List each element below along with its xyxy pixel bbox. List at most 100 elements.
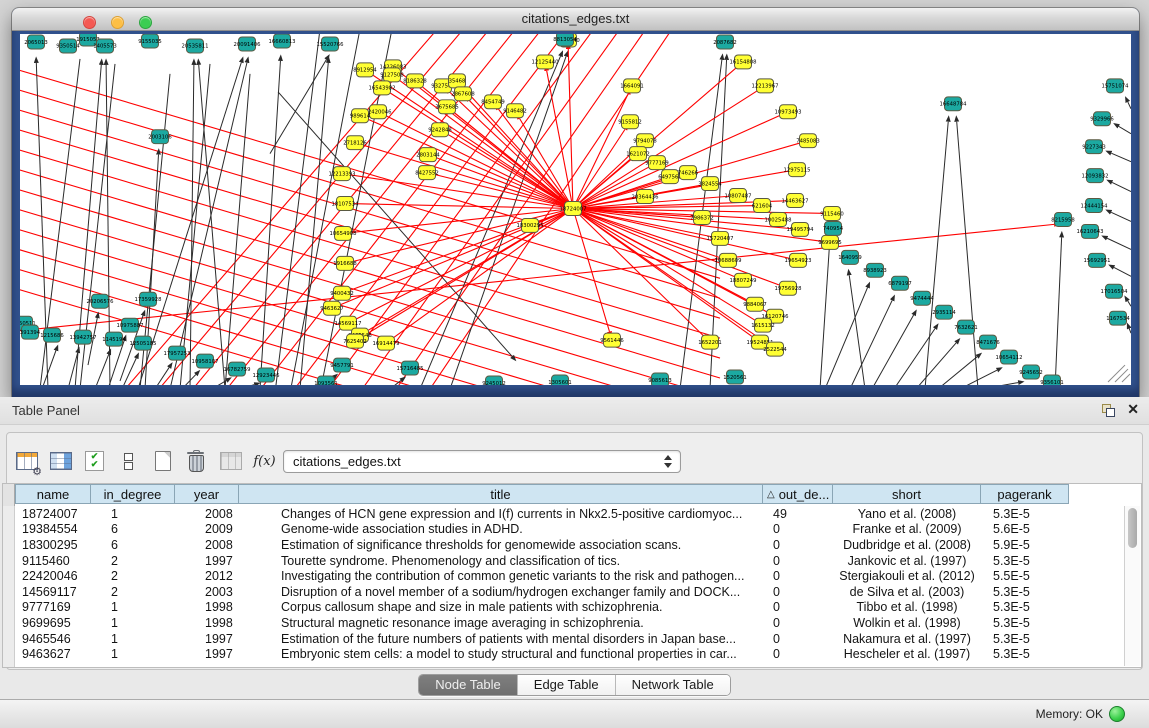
graph-node[interactable]: 10654112 (996, 350, 1023, 364)
graph-node[interactable]: 15720407 (707, 231, 734, 245)
graph-node[interactable]: 19756928 (775, 281, 802, 295)
column-header-title[interactable]: title (239, 484, 763, 504)
graph-node[interactable]: 20091406 (234, 37, 262, 51)
graph-node[interactable]: 12505185 (130, 336, 157, 350)
graph-node[interactable]: 10958107 (192, 354, 219, 368)
window-titlebar[interactable]: citations_edges.txt (12, 8, 1139, 31)
graph-node[interactable]: 1640959 (838, 250, 862, 264)
tab-node-table[interactable]: Node Table (419, 675, 518, 695)
graph-node[interactable]: 1520561 (723, 370, 747, 384)
tab-network-table[interactable]: Network Table (616, 675, 730, 695)
graph-node[interactable]: 20535811 (182, 39, 209, 53)
graph-node[interactable]: 12975115 (784, 163, 811, 177)
graph-node[interactable]: 9329966 (1090, 112, 1114, 126)
column-checklist-icon[interactable]: ✔ ✔ (82, 449, 107, 473)
graph-node[interactable]: 17016504 (1101, 284, 1129, 298)
table-panel-titlebar[interactable]: Table Panel ✕ (0, 397, 1149, 425)
merge-rows-icon[interactable] (116, 449, 141, 473)
graph-node[interactable]: 9155035 (138, 34, 162, 48)
graph-node[interactable]: 9884067 (743, 297, 767, 311)
graph-node[interactable]: 12093832 (1082, 169, 1109, 183)
graph-node[interactable]: 10688609 (715, 253, 742, 267)
graph-node[interactable]: 8427552 (415, 166, 439, 180)
table-row[interactable]: 977716911998Corpus callosum shape and si… (15, 600, 1123, 616)
graph-node[interactable]: 2003106 (148, 130, 172, 144)
graph-node[interactable]: 7986372 (690, 210, 714, 224)
graph-node[interactable]: 9561446 (600, 333, 624, 347)
graph-node[interactable]: 10973493 (775, 105, 802, 119)
graph-node[interactable]: 2867608 (451, 87, 475, 101)
float-panel-icon[interactable] (1102, 404, 1115, 417)
graph-node[interactable]: 7632621 (954, 320, 978, 334)
graph-node[interactable]: 19495794 (787, 222, 815, 236)
graph-node[interactable]: 15751074 (1102, 79, 1130, 93)
table-row[interactable]: 946362711997Embryonic stem cells: a mode… (15, 646, 1123, 662)
graph-node[interactable]: 1916688 (333, 256, 357, 270)
table-row[interactable]: 969969511998Structural magnetic resonanc… (15, 615, 1123, 631)
graph-node[interactable]: 17957253 (164, 346, 191, 360)
graph-node[interactable]: 12125440 (532, 55, 560, 69)
graph-node[interactable]: 16660813 (269, 34, 296, 48)
graph-node[interactable]: 746266 (678, 166, 699, 180)
table-settings-icon[interactable] (14, 449, 39, 473)
column-header-out_de[interactable]: △out_de... (763, 484, 833, 504)
graph-node[interactable]: 6879197 (888, 276, 912, 290)
graph-node[interactable]: 3675685 (435, 100, 459, 114)
graph-node[interactable]: 1093561 (314, 376, 338, 385)
network-canvas[interactable]: 1872400714226083891295491275088186328932… (20, 34, 1131, 385)
column-header-name[interactable]: name (15, 484, 91, 504)
graph-node[interactable]: 8215958 (1051, 212, 1075, 226)
graph-node[interactable]: 2718126 (343, 136, 367, 150)
graph-node[interactable]: 15520766 (317, 37, 345, 51)
graph-node[interactable]: 9227343 (1082, 140, 1106, 154)
graph-node[interactable]: 10025488 (765, 212, 792, 226)
table-row[interactable]: 911546021997Tourette syndrome. Phenomeno… (15, 553, 1123, 569)
graph-node[interactable]: 9146482 (503, 104, 527, 118)
graph-node[interactable]: 7485083 (796, 134, 820, 148)
graph-node[interactable]: 8938923 (863, 263, 887, 277)
graph-node[interactable]: 9457791 (330, 358, 354, 372)
graph-node[interactable]: 9777169 (645, 156, 669, 170)
graph-node[interactable]: 19654923 (785, 253, 812, 267)
delete-table-icon[interactable] (184, 449, 209, 473)
graph-node[interactable]: 9400432 (330, 286, 354, 300)
table-row[interactable]: 1938455462009Genome-wide association stu… (15, 522, 1123, 538)
graph-node[interactable]: 16914479 (373, 336, 400, 350)
graph-node[interactable]: 14463627 (782, 194, 809, 208)
graph-node[interactable]: 35468 (449, 74, 466, 88)
graph-node[interactable]: 9699695 (818, 235, 842, 249)
table-row[interactable]: 946554611997Estimation of the future num… (15, 631, 1123, 647)
graph-node[interactable]: 9794078 (633, 134, 657, 148)
graph-node[interactable]: 1615132 (751, 318, 775, 332)
graph-node[interactable]: 8186328 (403, 74, 427, 88)
graph-node[interactable]: 9245012 (482, 376, 506, 385)
graph-node[interactable]: 9356101 (1040, 375, 1064, 385)
graph-node[interactable]: 12444154 (1081, 199, 1109, 213)
graph-node[interactable]: 1621072 (626, 147, 650, 161)
graph-node[interactable]: 2065013 (24, 35, 48, 49)
graph-node[interactable]: 16648784 (940, 97, 968, 111)
resize-handle-icon[interactable] (1108, 365, 1130, 382)
graph-node[interactable]: 3824554 (698, 177, 722, 191)
graph-node[interactable]: 9463627 (320, 301, 344, 315)
graph-node[interactable]: 9474444 (910, 291, 934, 305)
close-panel-icon[interactable]: ✕ (1127, 401, 1139, 418)
table-row[interactable]: 1830029562008Estimation of significance … (15, 537, 1123, 553)
graph-node[interactable]: 12213967 (752, 79, 779, 93)
graph-node[interactable]: 16543982 (369, 81, 396, 95)
graph-node[interactable]: 17359928 (135, 292, 162, 306)
column-header-short[interactable]: short (833, 484, 981, 504)
graph-node[interactable]: 8912954 (353, 63, 377, 77)
graph-node[interactable]: 1145194 (102, 332, 126, 346)
column-header-year[interactable]: year (175, 484, 239, 504)
graph-node[interactable]: 8471676 (976, 335, 1000, 349)
graph-node[interactable]: 10807487 (725, 189, 752, 203)
graph-node[interactable]: 9242848 (428, 123, 452, 137)
table-selector-dropdown[interactable]: citations_edges.txt (283, 450, 681, 473)
graph-node[interactable]: 8454749 (481, 95, 505, 109)
column-header-in_degree[interactable]: in_degree (91, 484, 175, 504)
vertical-scrollbar[interactable] (1124, 506, 1140, 666)
graph-node[interactable]: 740954 (823, 221, 844, 235)
function-builder-icon[interactable]: f(x) (252, 449, 277, 473)
graph-node[interactable]: 9127508 (380, 68, 404, 82)
